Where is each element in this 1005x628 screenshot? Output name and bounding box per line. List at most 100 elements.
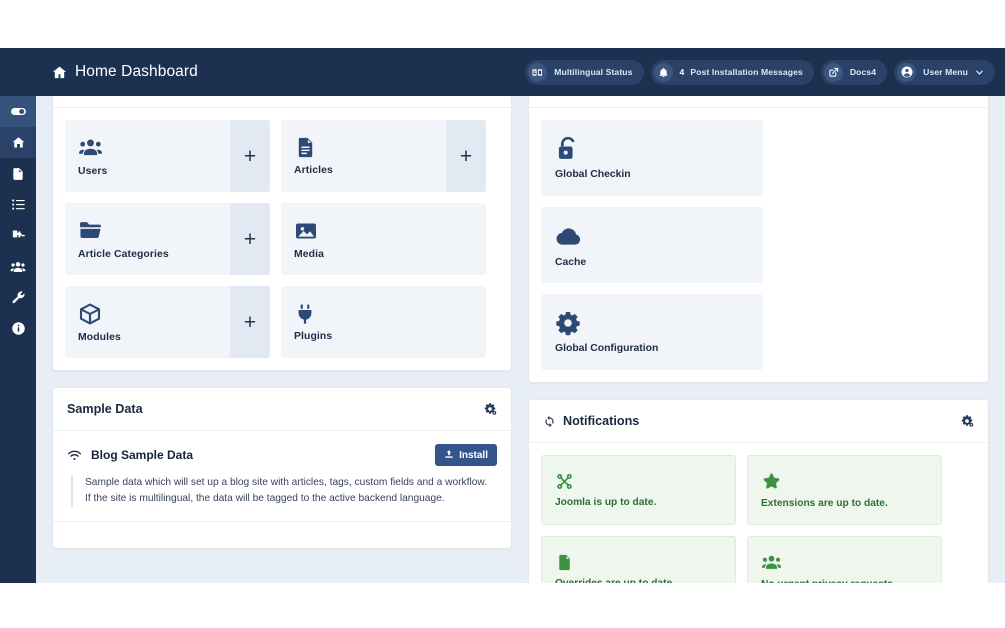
notification-tiles: Joomla is up to date. Extensions are up … [541, 455, 976, 583]
signal-icon [67, 448, 82, 463]
notifications-panel-title: Notifications [563, 414, 640, 428]
tile-global-configuration[interactable]: Global Configuration [541, 294, 763, 370]
top-header: Home Dashboard Multilingual Status 4 Pos… [0, 48, 1005, 96]
cogs-icon[interactable] [960, 414, 974, 428]
messages-count-badge: 4 [679, 67, 685, 77]
language-flags-icon [528, 62, 548, 82]
tile-label: Global Configuration [555, 343, 659, 354]
page-title: Home Dashboard [75, 63, 198, 80]
add-module-button[interactable]: + [230, 286, 270, 358]
sidebar-item-home[interactable] [0, 127, 36, 158]
notification-joomla-update[interactable]: Joomla is up to date. [541, 455, 736, 525]
install-button-label: Install [459, 449, 488, 461]
system-panel-body: Global Checkin Cache Global Configuratio… [529, 108, 988, 382]
sidebar-item-users[interactable] [0, 251, 36, 282]
multilingual-status-button[interactable]: Multilingual Status [525, 59, 644, 85]
notifications-panel: Notifications Joomla is up to date. Exte… [528, 399, 989, 583]
multilingual-status-label: Multilingual Status [554, 67, 633, 77]
users-icon [10, 259, 26, 275]
user-circle-icon [897, 62, 917, 82]
cloud-icon [555, 222, 749, 250]
gear-icon [555, 310, 749, 336]
joomla-logo-icon [555, 472, 722, 491]
left-column: Site Users + [52, 64, 512, 583]
notification-label: Overrides are up to date. [555, 578, 722, 583]
tile-plugins[interactable]: Plugins [281, 286, 486, 358]
sample-data-panel: Sample Data Blog Sample Data Install Sam… [52, 387, 512, 549]
list-icon [11, 197, 26, 212]
image-icon [294, 219, 473, 243]
header-title-group: Home Dashboard [36, 63, 198, 81]
notifications-panel-header: Notifications [529, 400, 988, 443]
sidebar-item-menus[interactable] [0, 189, 36, 220]
sample-data-row-blog: Blog Sample Data Install Sample data whi… [53, 431, 511, 522]
star-icon [761, 471, 928, 492]
upload-icon [444, 449, 454, 462]
tile-label: Global Checkin [555, 169, 631, 180]
sidebar-item-system[interactable] [0, 282, 36, 313]
post-installation-messages-button[interactable]: 4 Post Installation Messages [650, 59, 814, 85]
system-tiles: Global Checkin Cache Global Configuratio… [541, 120, 976, 370]
system-panel: System Global Checkin [528, 64, 989, 383]
notification-extensions-update[interactable]: Extensions are up to date. [747, 455, 942, 525]
tile-articles[interactable]: Articles + [281, 120, 486, 192]
post-installation-messages-label: Post Installation Messages [690, 67, 803, 77]
sample-data-name: Blog Sample Data [91, 448, 194, 462]
user-menu-label: User Menu [923, 67, 968, 77]
right-column: System Global Checkin [528, 64, 989, 583]
bell-icon [653, 62, 673, 82]
user-menu-button[interactable]: User Menu [894, 59, 995, 85]
sidebar-item-components[interactable] [0, 220, 36, 251]
notifications-panel-title-group: Notifications [543, 414, 639, 428]
plug-icon [294, 303, 473, 325]
chevron-down-icon [975, 68, 984, 77]
sample-data-row-top: Blog Sample Data Install [67, 444, 497, 466]
unlock-icon [555, 136, 749, 162]
puzzle-icon [11, 228, 26, 243]
tile-users[interactable]: Users + [65, 120, 270, 192]
sample-data-description-line-1: Sample data which will set up a blog sit… [85, 477, 488, 488]
site-tiles: Users + Articles + Article Categories + … [65, 120, 499, 358]
docs-label: Docs4 [849, 67, 877, 77]
notification-label: Joomla is up to date. [555, 497, 657, 508]
external-link-icon [823, 62, 843, 82]
tile-global-checkin[interactable]: Global Checkin [541, 120, 763, 196]
sidebar [0, 48, 36, 583]
add-user-button[interactable]: + [230, 120, 270, 192]
sample-data-title-group: Sample Data [67, 402, 143, 416]
add-article-button[interactable]: + [446, 120, 486, 192]
users-icon [761, 552, 928, 573]
tile-cache[interactable]: Cache [541, 207, 763, 283]
sidebar-item-toggle-contrast[interactable] [0, 96, 36, 127]
notification-privacy-requests[interactable]: No urgent privacy requests. [747, 536, 942, 583]
sidebar-item-help[interactable] [0, 313, 36, 344]
sample-data-header: Sample Data [53, 388, 511, 431]
info-icon [11, 321, 26, 336]
header-actions: Multilingual Status 4 Post Installation … [525, 59, 1005, 85]
docs-button[interactable]: Docs4 [820, 59, 888, 85]
tile-label: Plugins [294, 330, 333, 342]
tile-label: Cache [555, 257, 587, 268]
site-panel: Site Users + [52, 64, 512, 371]
sample-data-description-line-2: If the site is multilingual, the data wi… [85, 493, 445, 504]
home-icon [11, 135, 26, 150]
tile-media[interactable]: Media [281, 203, 486, 275]
add-category-button[interactable]: + [230, 203, 270, 275]
sample-data-row-next [53, 522, 511, 548]
tile-label: Media [294, 248, 324, 260]
notifications-panel-body: Joomla is up to date. Extensions are up … [529, 443, 988, 583]
notification-label: Extensions are up to date. [761, 498, 888, 509]
cogs-icon[interactable] [483, 402, 497, 416]
sidebar-item-content[interactable] [0, 158, 36, 189]
main-content: Site Users + [36, 48, 1005, 583]
notification-overrides-update[interactable]: Overrides are up to date. [541, 536, 736, 583]
file-icon [555, 553, 722, 572]
notification-label: No urgent privacy requests. [761, 579, 928, 583]
tile-article-categories[interactable]: Article Categories + [65, 203, 270, 275]
home-icon [52, 65, 67, 80]
install-button[interactable]: Install [435, 444, 497, 466]
tile-modules[interactable]: Modules + [65, 286, 270, 358]
sample-data-description: Sample data which will set up a blog sit… [71, 475, 497, 507]
sample-data-title: Sample Data [67, 402, 143, 416]
contrast-toggle-icon [10, 103, 27, 120]
